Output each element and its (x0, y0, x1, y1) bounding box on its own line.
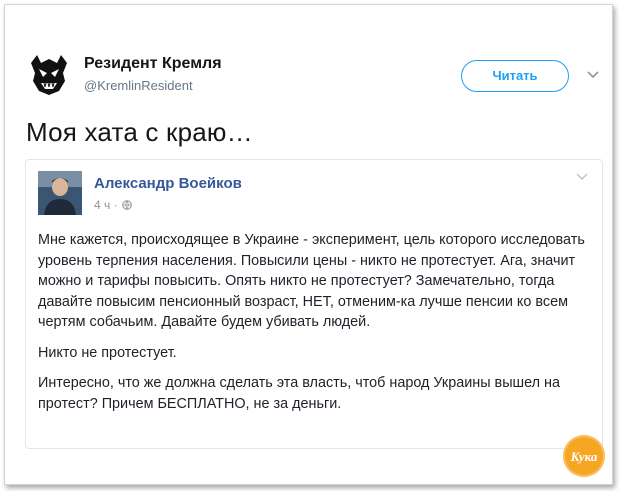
chevron-down-icon[interactable] (587, 70, 599, 80)
post-time[interactable]: 4 ч · (94, 198, 118, 212)
screenshot-frame: Резидент Кремля @KremlinResident Читать … (4, 4, 613, 485)
kuka-logo-icon: Кука (570, 449, 598, 464)
post-paragraph: Интересно, что же должна сделать эта вла… (38, 375, 560, 412)
author-avatar[interactable] (25, 51, 73, 99)
person-photo-icon (38, 171, 82, 215)
post-paragraph: Мне кажется, происходящее в Украине - эк… (38, 232, 585, 330)
masked-figure-avatar-icon (25, 51, 73, 99)
tweet-author-handle[interactable]: @KremlinResident (84, 78, 193, 93)
chevron-down-icon[interactable] (576, 173, 588, 181)
post-author-avatar[interactable] (38, 171, 82, 215)
watermark-logo: Кука (563, 435, 605, 477)
tweet-text: Моя хата с краю… (26, 117, 253, 147)
follow-button[interactable]: Читать (461, 60, 569, 92)
post-body: Мне кажется, происходящее в Украине - эк… (38, 230, 593, 414)
globe-icon (121, 200, 132, 210)
post-paragraph: Никто не протестует. (38, 344, 177, 361)
embedded-facebook-post[interactable]: Александр Воейков 4 ч · Мне кажется, про… (25, 159, 603, 449)
post-author-name[interactable]: Александр Воейков (94, 175, 242, 192)
post-meta: 4 ч · (94, 198, 132, 212)
svg-text:Кука: Кука (570, 449, 598, 464)
tweet-author-name[interactable]: Резидент Кремля (84, 55, 222, 73)
